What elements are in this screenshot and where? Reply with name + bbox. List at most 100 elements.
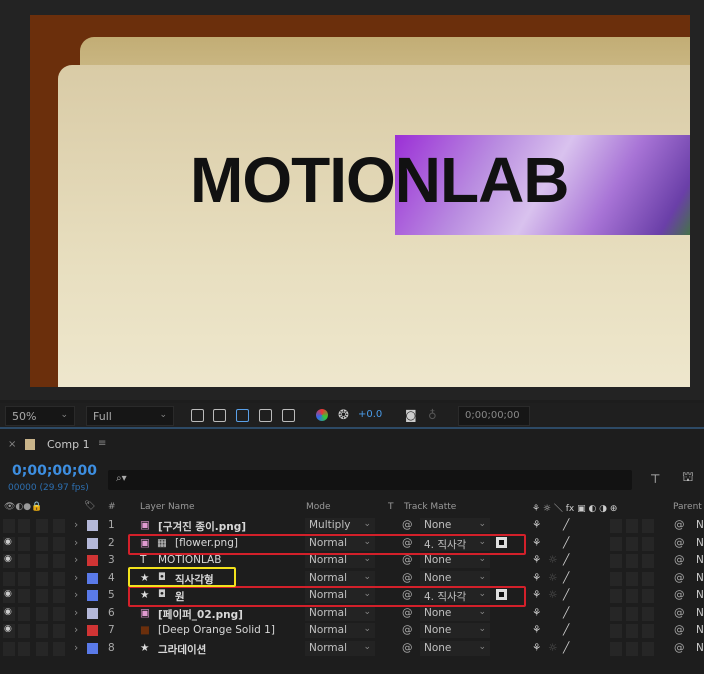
- shy-icon[interactable]: ⚘: [532, 554, 541, 566]
- solo-toggle[interactable]: [36, 571, 48, 586]
- layer-row[interactable]: ◉ › 7 ■ [Deep Orange Solid 1] Normal ⌄ @ …: [0, 622, 704, 640]
- matte-pickwhip-icon[interactable]: @: [402, 519, 413, 531]
- switch-cell[interactable]: [642, 589, 654, 603]
- matte-pickwhip-icon[interactable]: @: [402, 554, 413, 566]
- timecode-field[interactable]: 0;00;00;00: [458, 406, 530, 426]
- switch-cell[interactable]: [626, 624, 638, 638]
- parent-dropdown[interactable]: N: [696, 642, 704, 654]
- lock-toggle[interactable]: [53, 571, 65, 586]
- audio-toggle[interactable]: [18, 536, 30, 551]
- parent-dropdown[interactable]: N: [696, 519, 704, 531]
- switch-cell[interactable]: [610, 606, 622, 621]
- switch-cell[interactable]: [642, 571, 654, 586]
- switch-cell[interactable]: [610, 554, 622, 568]
- expand-arrow-icon[interactable]: ›: [74, 572, 78, 584]
- expand-arrow-icon[interactable]: ›: [74, 589, 78, 601]
- switch-cell[interactable]: [610, 641, 622, 656]
- guides-icon[interactable]: [282, 409, 295, 422]
- track-matte-dropdown[interactable]: None ⌄: [420, 623, 490, 638]
- shy-icon[interactable]: ⚘: [532, 607, 541, 619]
- current-time[interactable]: 0;00;00;00: [12, 463, 97, 479]
- switch-cell[interactable]: [626, 571, 638, 586]
- parent-dropdown[interactable]: N: [696, 624, 704, 636]
- snapshot-icon[interactable]: ◙: [405, 408, 417, 422]
- lock-toggle[interactable]: [53, 624, 65, 638]
- audio-toggle[interactable]: [18, 571, 30, 586]
- switch-cell[interactable]: [626, 519, 638, 533]
- layer-name[interactable]: MOTIONLAB: [158, 554, 221, 566]
- switch-cell[interactable]: [642, 606, 654, 621]
- parent-pickwhip-icon[interactable]: @: [674, 519, 685, 531]
- track-matte-dropdown[interactable]: None ⌄: [420, 640, 490, 656]
- layer-row[interactable]: › 4 ★ ◘ 직사각형 Normal ⌄ @ None ⌄ ⚘ ☼ ╱ @ N: [0, 570, 704, 588]
- eye-icon[interactable]: ◉: [3, 554, 15, 568]
- layer-search-input[interactable]: ⌕▾: [108, 470, 632, 490]
- collapse-icon[interactable]: ☼: [548, 554, 557, 566]
- shy-layers-icon[interactable]: ⛫: [682, 470, 694, 487]
- visibility-toggle[interactable]: [3, 571, 15, 586]
- switch-cell[interactable]: [626, 536, 638, 551]
- label-color-swatch[interactable]: [87, 642, 98, 654]
- collapse-icon[interactable]: ☼: [548, 642, 557, 654]
- expand-arrow-icon[interactable]: ›: [74, 519, 78, 531]
- switch-cell[interactable]: [610, 571, 622, 586]
- audio-toggle[interactable]: [18, 554, 30, 568]
- parent-pickwhip-icon[interactable]: @: [674, 589, 685, 601]
- track-matte-dropdown[interactable]: None ⌄: [420, 553, 490, 568]
- matte-pickwhip-icon[interactable]: @: [402, 572, 413, 584]
- parent-pickwhip-icon[interactable]: @: [674, 572, 685, 584]
- mode-dropdown[interactable]: Normal ⌄: [305, 623, 375, 638]
- layer-name[interactable]: [Deep Orange Solid 1]: [158, 624, 275, 636]
- layer-row[interactable]: › 1 ▣ [구겨진 종이.png] Multiply ⌄ @ None ⌄ ⚘ ╱…: [0, 517, 704, 535]
- parent-pickwhip-icon[interactable]: @: [674, 624, 685, 636]
- lock-toggle[interactable]: [53, 589, 65, 603]
- eye-icon[interactable]: ◉: [3, 624, 15, 638]
- layer-row[interactable]: › 8 ★ 그라데이션 Normal ⌄ @ None ⌄ ⚘ ☼ ╱ @ N: [0, 640, 704, 658]
- col-layer-name[interactable]: Layer Name: [140, 502, 195, 512]
- parent-pickwhip-icon[interactable]: @: [674, 537, 685, 549]
- solo-toggle[interactable]: [36, 589, 48, 603]
- parent-dropdown[interactable]: N: [696, 554, 704, 566]
- visibility-toggle[interactable]: [3, 641, 15, 656]
- switch-cell[interactable]: [642, 536, 654, 551]
- quality-icon[interactable]: ╱: [563, 589, 569, 601]
- audio-toggle[interactable]: [18, 624, 30, 638]
- zoom-dropdown[interactable]: 50% ⌄: [5, 406, 75, 426]
- track-matte-dropdown[interactable]: None ⌄: [420, 570, 490, 586]
- parent-pickwhip-icon[interactable]: @: [674, 554, 685, 566]
- switch-cell[interactable]: [642, 624, 654, 638]
- col-mode[interactable]: Mode: [306, 502, 331, 512]
- col-track-matte[interactable]: Track Matte: [404, 502, 456, 512]
- label-color-swatch[interactable]: [87, 520, 98, 531]
- mode-dropdown[interactable]: Normal ⌄: [305, 605, 375, 621]
- shy-icon[interactable]: ⚘: [532, 519, 541, 531]
- audio-toggle[interactable]: [18, 641, 30, 656]
- shy-icon[interactable]: ⚘: [532, 572, 541, 584]
- composition-viewer[interactable]: MOTIONLAB: [0, 0, 704, 400]
- switch-cell[interactable]: [626, 554, 638, 568]
- switch-cell[interactable]: [642, 554, 654, 568]
- switch-cell[interactable]: [610, 624, 622, 638]
- expand-arrow-icon[interactable]: ›: [74, 607, 78, 619]
- panel-menu-icon[interactable]: ≡: [98, 438, 106, 449]
- mask-visibility-icon[interactable]: [236, 409, 249, 422]
- solo-toggle[interactable]: [36, 536, 48, 551]
- fast-preview-icon[interactable]: [191, 409, 204, 422]
- mode-dropdown[interactable]: Normal ⌄: [305, 570, 375, 586]
- layer-name[interactable]: 그라데이션: [158, 642, 206, 657]
- quality-icon[interactable]: ╱: [563, 554, 569, 566]
- expand-arrow-icon[interactable]: ›: [74, 624, 78, 636]
- shy-icon[interactable]: ⚘: [532, 624, 541, 636]
- switch-cell[interactable]: [610, 519, 622, 533]
- comp-flowchart-icon[interactable]: ⊤: [650, 472, 660, 486]
- solo-toggle[interactable]: [36, 554, 48, 568]
- matte-pickwhip-icon[interactable]: @: [402, 642, 413, 654]
- solo-toggle[interactable]: [36, 519, 48, 533]
- switch-cell[interactable]: [626, 606, 638, 621]
- quality-icon[interactable]: ╱: [563, 572, 569, 584]
- parent-pickwhip-icon[interactable]: @: [674, 642, 685, 654]
- quality-icon[interactable]: ╱: [563, 519, 569, 531]
- lock-toggle[interactable]: [53, 536, 65, 551]
- switch-cell[interactable]: [626, 589, 638, 603]
- matte-pickwhip-icon[interactable]: @: [402, 624, 413, 636]
